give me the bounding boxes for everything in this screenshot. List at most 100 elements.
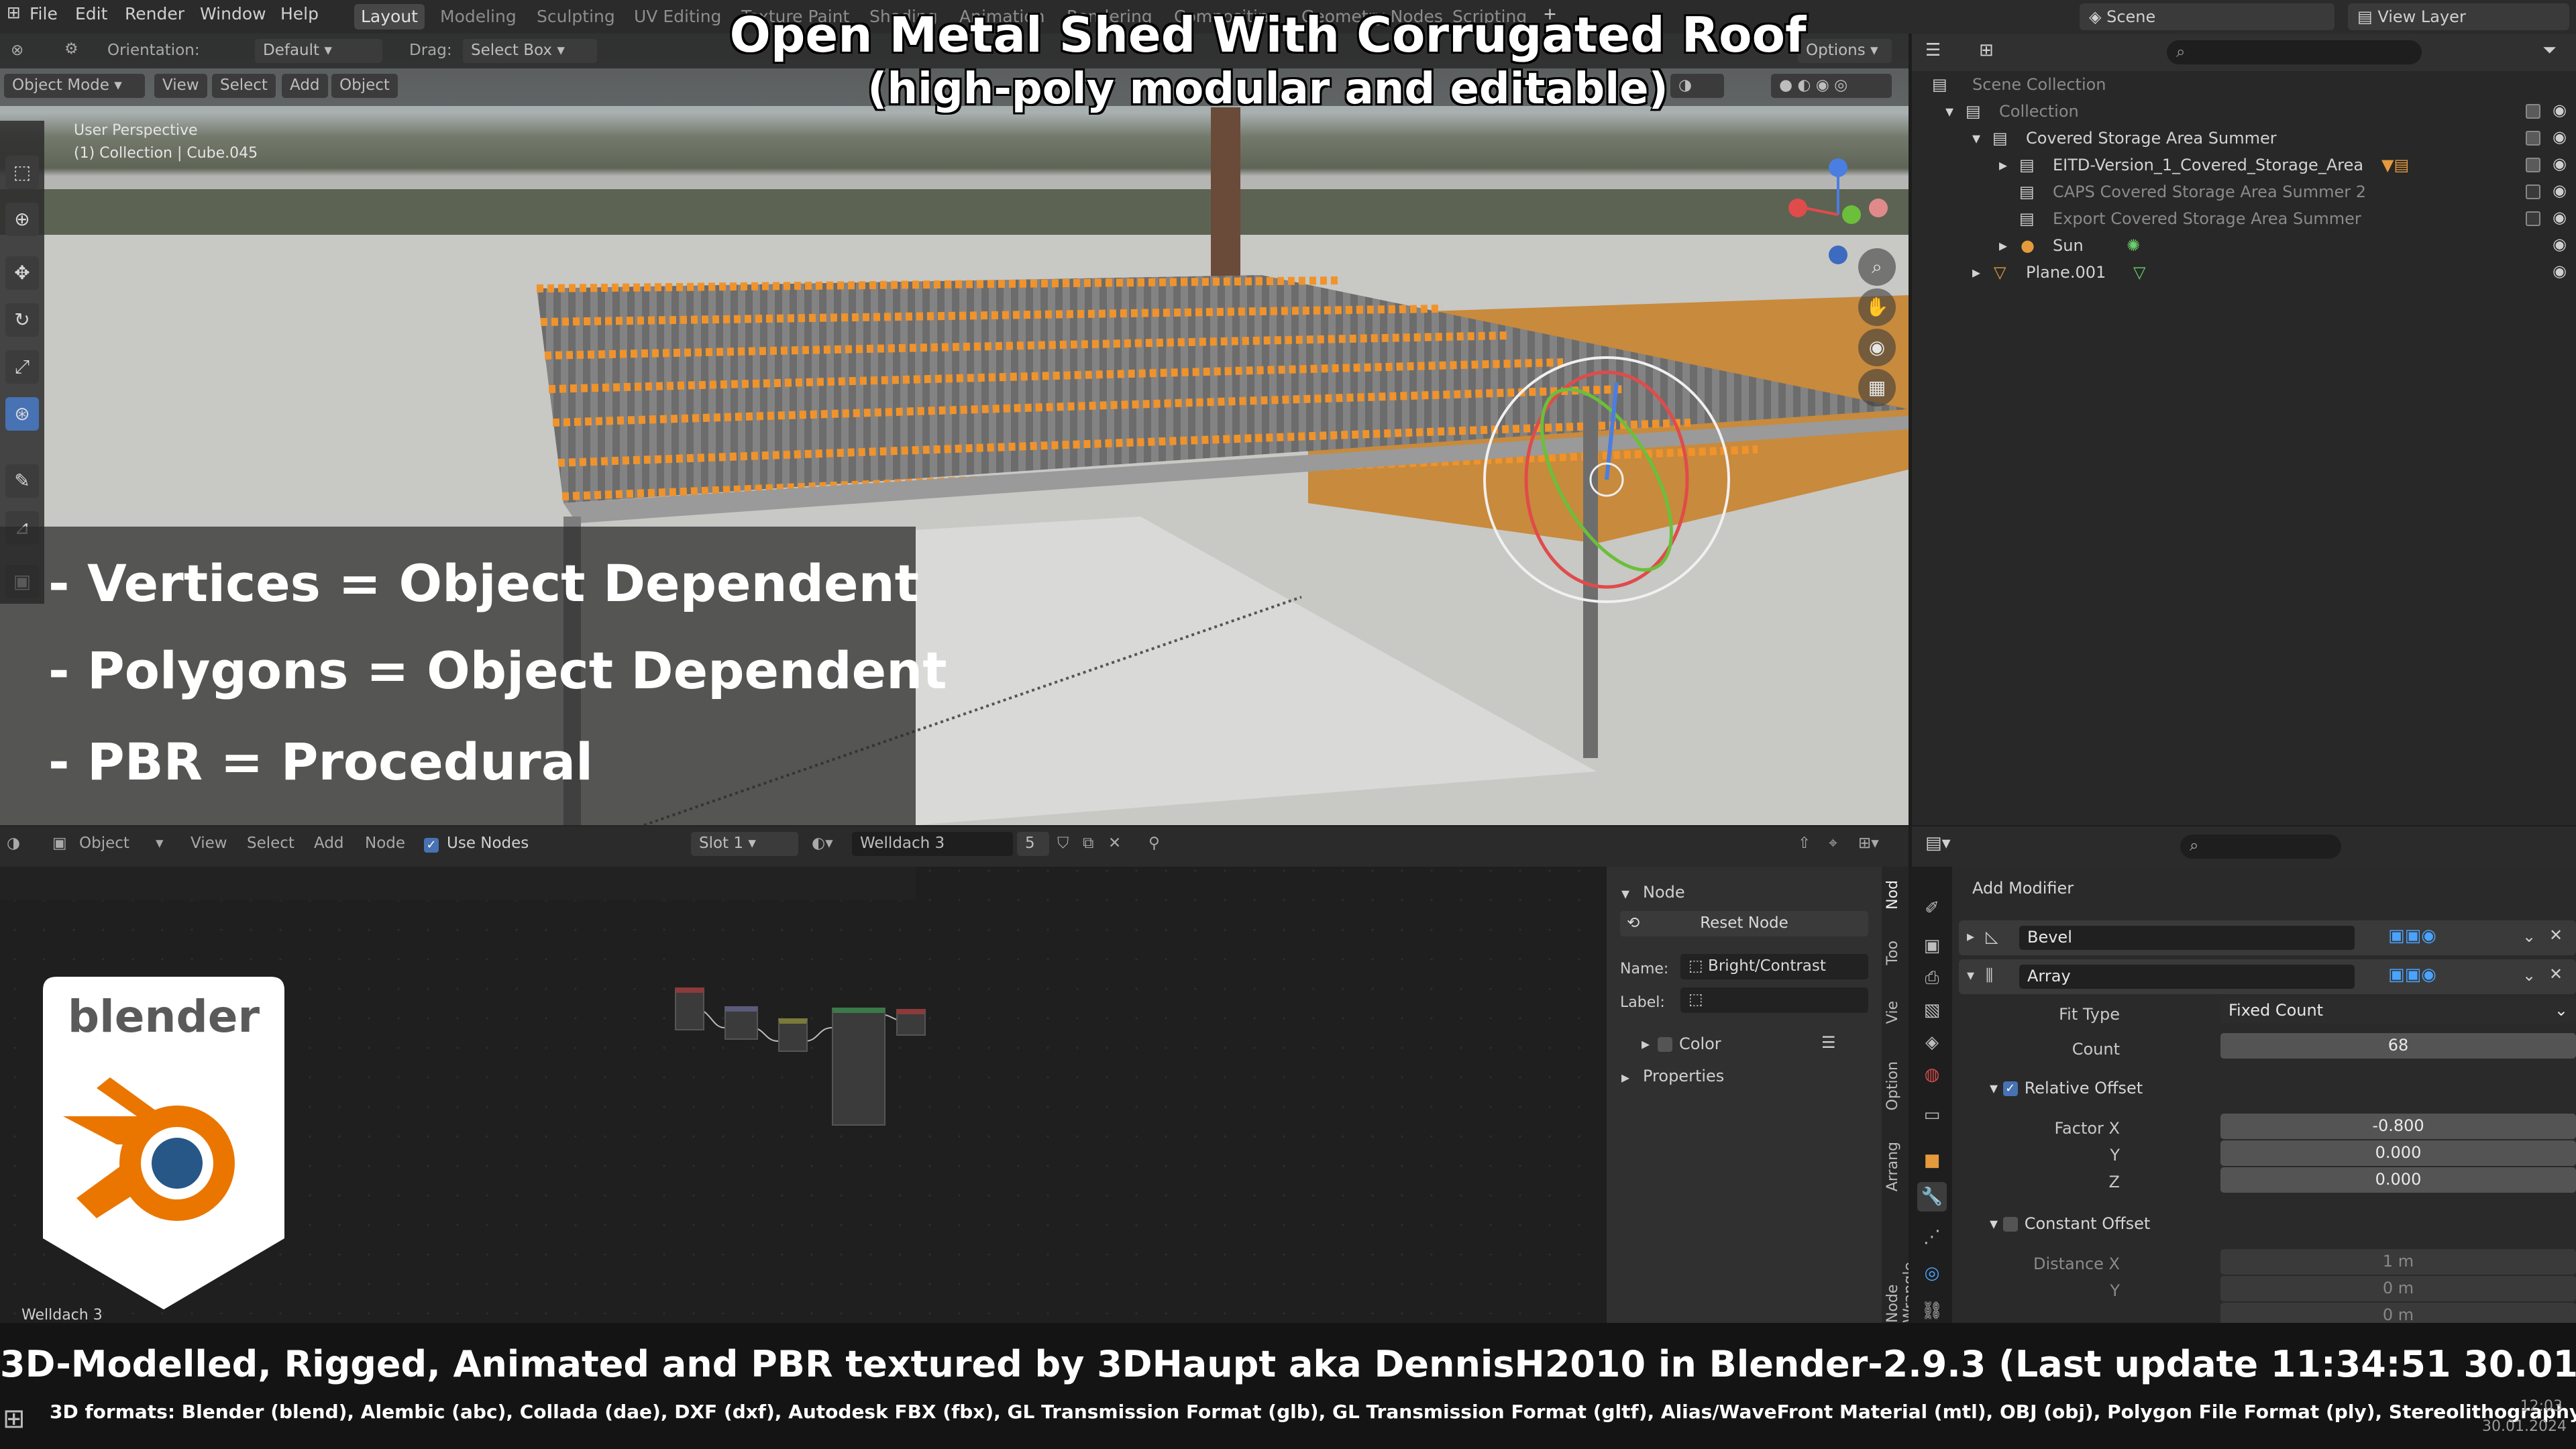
outliner-row[interactable]: ▤ CAPS Covered Storage Area Summer 2 ◉ — [1912, 178, 2576, 205]
visibility-eye-icon[interactable]: ◉ — [2553, 101, 2567, 119]
material-name-field[interactable]: Welldach 3 — [852, 832, 1013, 856]
snap-icon[interactable]: ⌖ — [1829, 835, 1837, 852]
editor-type-icon[interactable]: ◑ — [7, 835, 20, 852]
outliner-row[interactable]: ▸ ● Sun ✺ ◉ — [1912, 232, 2576, 259]
modifier-name-field[interactable]: Bevel — [2019, 926, 2355, 950]
cursor-icon[interactable]: ⊕ — [5, 203, 39, 236]
chevron-down-icon[interactable]: ⌄ — [2522, 966, 2536, 985]
duplicate-icon[interactable]: ⧉ — [1083, 835, 1093, 852]
close-icon[interactable]: ✕ — [2549, 926, 2563, 945]
shader-node[interactable] — [778, 1018, 808, 1052]
chevron-down-icon[interactable]: ▾ — [1945, 102, 1953, 121]
include-checkbox[interactable] — [2526, 184, 2540, 199]
modifier-bevel[interactable]: ▸ ◺ Bevel ▣▣◉ ⌄ ✕ — [1959, 920, 2576, 955]
tool-tab-icon[interactable]: ✐ — [1917, 894, 1947, 923]
slot-dropdown[interactable]: Slot 1 ▾ — [691, 832, 798, 856]
constant-offset-checkbox[interactable] — [2002, 1217, 2018, 1232]
visibility-eye-icon[interactable]: ◉ — [2553, 127, 2567, 146]
modifier-array[interactable]: ▾ ⫼ Array ▣▣◉ ⌄ ✕ — [1959, 959, 2576, 994]
factor-x-field[interactable]: -0.800 — [2220, 1114, 2576, 1139]
scale-icon[interactable]: ⤢ — [5, 350, 39, 384]
menu-view[interactable]: View — [191, 835, 227, 852]
include-checkbox[interactable] — [2526, 104, 2540, 119]
tab-node-wrangler[interactable]: Node Wrangle — [1884, 1229, 1909, 1323]
ortho-grid-icon[interactable]: ▦ — [1858, 369, 1896, 407]
include-checkbox[interactable] — [2526, 211, 2540, 226]
visibility-eye-icon[interactable]: ◉ — [2553, 154, 2567, 173]
chevron-right-icon[interactable]: ▸ — [1621, 1068, 1629, 1087]
select-box-icon[interactable]: ⬚ — [5, 156, 39, 189]
modifier-name-field[interactable]: Array — [2019, 965, 2355, 989]
filter-icon[interactable]: ⏷ — [2542, 40, 2557, 61]
modifier-toggles-icon[interactable]: ▣▣◉ — [2388, 926, 2436, 946]
pin-icon[interactable]: ⚲ — [1148, 835, 1160, 852]
navigation-gizmo[interactable] — [1778, 121, 1898, 268]
list-icon[interactable]: ☰ — [1821, 1033, 1836, 1052]
relative-offset-checkbox[interactable]: ✓ — [2002, 1081, 2018, 1096]
fit-type-dropdown[interactable]: Fixed Count ⌄ — [2220, 998, 2576, 1024]
factor-z-field[interactable]: 0.000 — [2220, 1167, 2576, 1193]
tab-arrange[interactable]: Arrang — [1884, 1142, 1906, 1191]
shader-node[interactable] — [675, 987, 704, 1030]
outliner-row[interactable]: ▤ Scene Collection — [1912, 71, 2576, 98]
annotate-icon[interactable]: ✎ — [5, 464, 39, 498]
tab-view[interactable]: Vie — [1884, 1001, 1906, 1024]
color-checkbox[interactable] — [1658, 1034, 1679, 1053]
outliner-search-input[interactable]: ⌕ — [2167, 40, 2422, 64]
distance-x-field[interactable]: 1 m — [2220, 1249, 2576, 1275]
world-tab-icon[interactable]: ◍ — [1917, 1060, 1947, 1089]
fake-user-icon[interactable]: ⛉ — [1057, 835, 1069, 852]
chevron-right-icon[interactable]: ▸ — [1999, 236, 2007, 255]
camera-view-icon[interactable]: ◉ — [1858, 329, 1896, 366]
outliner-row[interactable]: ▾ ▤ Collection ◉ — [1912, 98, 2576, 125]
parent-node-icon[interactable]: ⇧ — [1798, 835, 1811, 852]
chevron-right-icon[interactable]: ▸ — [1967, 928, 1974, 945]
chevron-down-icon[interactable]: ▾ — [156, 835, 164, 852]
properties-search-input[interactable]: ⌕ — [2180, 835, 2341, 859]
outliner-row[interactable]: ▤ Export Covered Storage Area Summer ◉ — [1912, 205, 2576, 232]
material-output-node[interactable] — [896, 1009, 926, 1036]
chevron-down-icon[interactable]: ▾ — [1967, 967, 1974, 984]
pan-hand-icon[interactable]: ✋ — [1858, 288, 1896, 326]
tab-node[interactable]: Nod — [1884, 880, 1906, 910]
tab-options[interactable]: Option — [1884, 1061, 1906, 1110]
windows-start-icon[interactable]: ⊞ — [3, 1403, 25, 1434]
distance-y-field[interactable]: 0 m — [2220, 1276, 2576, 1301]
constant-offset-header[interactable]: ▾ Constant Offset — [1990, 1214, 2150, 1233]
render-tab-icon[interactable]: ▣ — [1917, 931, 1947, 961]
menu-node[interactable]: Node — [365, 835, 405, 852]
chevron-down-icon[interactable]: ▾ — [1972, 129, 1980, 148]
particles-tab-icon[interactable]: ⋰ — [1917, 1222, 1947, 1252]
transform-icon[interactable]: ⊛ — [5, 397, 39, 431]
outliner-editor-icon[interactable]: ☰ — [1925, 40, 1941, 60]
visibility-eye-icon[interactable]: ◉ — [2553, 262, 2567, 280]
add-modifier-button[interactable]: Add Modifier — [1972, 879, 2074, 898]
include-checkbox[interactable] — [2526, 131, 2540, 146]
outliner-row[interactable]: ▸ ▤ EITD-Version_1_Covered_Storage_Area … — [1912, 152, 2576, 178]
use-nodes-checkbox[interactable]: ✓ — [424, 836, 445, 853]
output-tab-icon[interactable]: ⎙ — [1917, 963, 1947, 993]
material-users-count[interactable]: 5 — [1017, 832, 1049, 856]
material-browse-icon[interactable]: ◐▾ — [812, 835, 833, 852]
tab-tool[interactable]: Too — [1884, 941, 1906, 965]
menu-select[interactable]: Select — [247, 835, 294, 852]
rotate-icon[interactable]: ↻ — [5, 303, 39, 337]
relative-offset-header[interactable]: ▾ ✓ Relative Offset — [1990, 1079, 2143, 1097]
chevron-right-icon[interactable]: ▸ — [1642, 1034, 1650, 1053]
include-checkbox[interactable] — [2526, 158, 2540, 172]
taskbar-clock[interactable]: 12:03 30.01.2024 — [2482, 1397, 2567, 1437]
visibility-eye-icon[interactable]: ◉ — [2553, 181, 2567, 200]
chevron-right-icon[interactable]: ▸ — [1999, 156, 2007, 174]
zoom-icon[interactable]: ⌕ — [1858, 248, 1896, 286]
chevron-down-icon[interactable]: ⌄ — [2522, 927, 2536, 946]
editor-type-icon[interactable]: ▤▾ — [1925, 833, 1951, 853]
close-icon[interactable]: ✕ — [2549, 965, 2563, 983]
chevron-down-icon[interactable]: ▾ — [1621, 884, 1629, 903]
shader-node[interactable] — [724, 1006, 758, 1040]
shader-type-dropdown[interactable]: Object — [79, 835, 129, 852]
principled-bsdf-node[interactable] — [832, 1008, 885, 1126]
factor-y-field[interactable]: 0.000 — [2220, 1140, 2576, 1166]
modifier-toggles-icon[interactable]: ▣▣◉ — [2388, 965, 2436, 985]
count-field[interactable]: 68 — [2220, 1033, 2576, 1059]
outliner-row[interactable]: ▸ ▽ Plane.001 ▽ ◉ — [1912, 259, 2576, 286]
